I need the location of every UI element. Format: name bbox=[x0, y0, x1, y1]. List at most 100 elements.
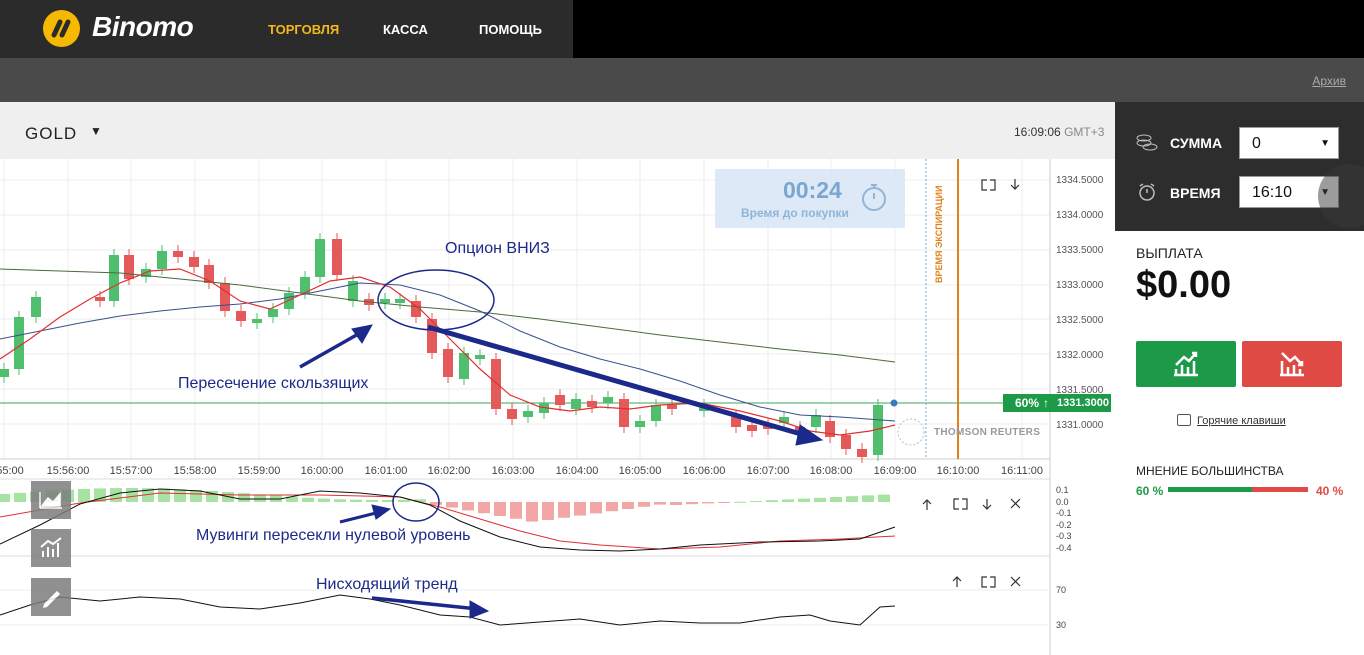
alarm-clock-icon bbox=[1139, 183, 1155, 201]
close-icon[interactable] bbox=[1010, 498, 1021, 509]
nav-cashier[interactable]: КАССА bbox=[383, 22, 428, 37]
macd-bar bbox=[734, 501, 746, 503]
macd-tick: -0.3 bbox=[1056, 531, 1072, 541]
macd-bar bbox=[478, 502, 490, 514]
maximize-icon[interactable] bbox=[953, 498, 968, 510]
archive-link[interactable]: Архив bbox=[1312, 74, 1346, 88]
amount-select[interactable]: 0 ▼ bbox=[1239, 127, 1339, 159]
time-tick: 16:07:00 bbox=[747, 465, 790, 477]
indicators-button[interactable] bbox=[31, 529, 71, 567]
time-tick: 15:59:00 bbox=[238, 465, 281, 477]
nav-trade[interactable]: ТОРГОВЛЯ bbox=[268, 22, 339, 37]
macd-bar bbox=[446, 502, 458, 508]
macd-bar bbox=[542, 502, 554, 520]
stopwatch-icon bbox=[862, 184, 886, 211]
macd-bar bbox=[782, 499, 794, 502]
chart-type-button[interactable] bbox=[31, 481, 71, 519]
macd-bar bbox=[366, 499, 378, 502]
coins-icon bbox=[1136, 134, 1158, 151]
indicators-icon bbox=[40, 537, 62, 557]
close-icon[interactable] bbox=[1010, 576, 1021, 587]
arrow-up-icon[interactable] bbox=[922, 499, 932, 510]
price-tick: 1334.5000 bbox=[1056, 175, 1104, 186]
price-tick: 1331.0000 bbox=[1056, 420, 1104, 431]
nav-help[interactable]: ПОМОЩЬ bbox=[479, 22, 542, 37]
macd-bar bbox=[430, 502, 442, 505]
annotation-ma-cross: Пересечение скользящих bbox=[178, 375, 369, 392]
macd-bar bbox=[686, 502, 698, 505]
put-down-button[interactable] bbox=[1242, 341, 1342, 387]
clock-timezone: GMT+3 bbox=[1064, 125, 1105, 139]
time-tick: 16:05:00 bbox=[619, 465, 662, 477]
brand-name[interactable]: Binomo bbox=[92, 11, 194, 43]
asset-header bbox=[0, 102, 1115, 159]
macd-bar bbox=[574, 502, 586, 516]
time-tick: 16:10:00 bbox=[937, 465, 980, 477]
annotation-zero-cross: Мувинги пересекли нулевой уровень bbox=[196, 527, 471, 544]
binomo-logo-icon[interactable] bbox=[43, 10, 80, 47]
clock-time: 16:09:06 bbox=[1014, 125, 1061, 139]
arrow-up-icon[interactable] bbox=[952, 576, 962, 587]
up-arrow-icon: ↑ bbox=[1043, 396, 1049, 410]
amount-label: СУММА bbox=[1170, 135, 1223, 151]
rsi-tick: 30 bbox=[1056, 620, 1066, 630]
time-tick: 55:00 bbox=[0, 465, 24, 477]
macd-bar bbox=[526, 502, 538, 522]
time-tick: 16:06:00 bbox=[683, 465, 726, 477]
macd-bar bbox=[558, 502, 570, 518]
timer-label: Время до покупки bbox=[741, 206, 849, 220]
macd-bar bbox=[350, 499, 362, 502]
macd-bar bbox=[638, 502, 650, 507]
timer-value: 00:24 bbox=[783, 177, 842, 203]
macd-bar bbox=[318, 498, 330, 502]
annotation-option-down: Опцион ВНИЗ bbox=[445, 240, 550, 257]
macd-bar bbox=[510, 502, 522, 519]
price-tick: 1334.0000 bbox=[1056, 210, 1104, 221]
time-tick: 16:08:00 bbox=[810, 465, 853, 477]
time-tick: 16:04:00 bbox=[556, 465, 599, 477]
time-tick: 15:58:00 bbox=[174, 465, 217, 477]
macd-bar bbox=[78, 488, 90, 502]
maximize-icon[interactable] bbox=[981, 179, 996, 191]
hotkeys-link[interactable]: Горячие клавиши bbox=[1197, 415, 1286, 427]
macd-bar bbox=[814, 497, 826, 502]
decorative-circle-icon bbox=[1318, 164, 1364, 228]
call-up-button[interactable] bbox=[1136, 341, 1236, 387]
macd-bar bbox=[126, 488, 138, 502]
rsi-line bbox=[0, 594, 896, 626]
macd-bar bbox=[670, 502, 682, 505]
majority-bar bbox=[1168, 487, 1308, 492]
macd-tick: -0.2 bbox=[1056, 520, 1072, 530]
server-clock: 16:09:06 GMT+3 bbox=[1014, 125, 1104, 139]
price-tick: 1332.5000 bbox=[1056, 315, 1104, 326]
time-tick: 15:56:00 bbox=[47, 465, 90, 477]
asset-selector[interactable]: GOLD bbox=[25, 124, 77, 144]
macd-tick: -0.1 bbox=[1056, 508, 1072, 518]
macd-bar bbox=[302, 497, 314, 502]
maximize-icon[interactable] bbox=[981, 576, 996, 588]
drawing-tools-button[interactable] bbox=[31, 578, 71, 616]
majority-down-percent: 40 % bbox=[1316, 484, 1344, 498]
macd-bar bbox=[0, 494, 10, 502]
expiry-label: ВРЕМЯ ЭКСПИРАЦИИ bbox=[934, 185, 944, 283]
chart-down-icon bbox=[1280, 352, 1304, 377]
sub-toolbar bbox=[0, 58, 1364, 102]
macd-bar bbox=[766, 500, 778, 502]
macd-bar bbox=[590, 502, 602, 514]
macd-bar bbox=[238, 493, 250, 502]
chevron-down-icon[interactable]: ▼ bbox=[90, 124, 102, 138]
current-point-icon bbox=[890, 399, 898, 407]
current-price-badge: 60% ↑ 1331.3000 bbox=[1003, 394, 1111, 412]
macd-bar bbox=[702, 502, 714, 504]
arrow-down-icon[interactable] bbox=[982, 499, 992, 510]
macd-bar bbox=[798, 498, 810, 502]
chevron-down-icon: ▼ bbox=[1320, 138, 1330, 149]
macd-bar bbox=[654, 502, 666, 505]
amount-value: 0 bbox=[1252, 135, 1261, 152]
macd-bar bbox=[606, 502, 618, 512]
macd-bar bbox=[398, 499, 410, 502]
macd-bar bbox=[878, 494, 890, 502]
current-price: 1331.3000 bbox=[1057, 397, 1109, 409]
macd-bar bbox=[334, 499, 346, 502]
rsi-tick: 70 bbox=[1056, 585, 1066, 595]
